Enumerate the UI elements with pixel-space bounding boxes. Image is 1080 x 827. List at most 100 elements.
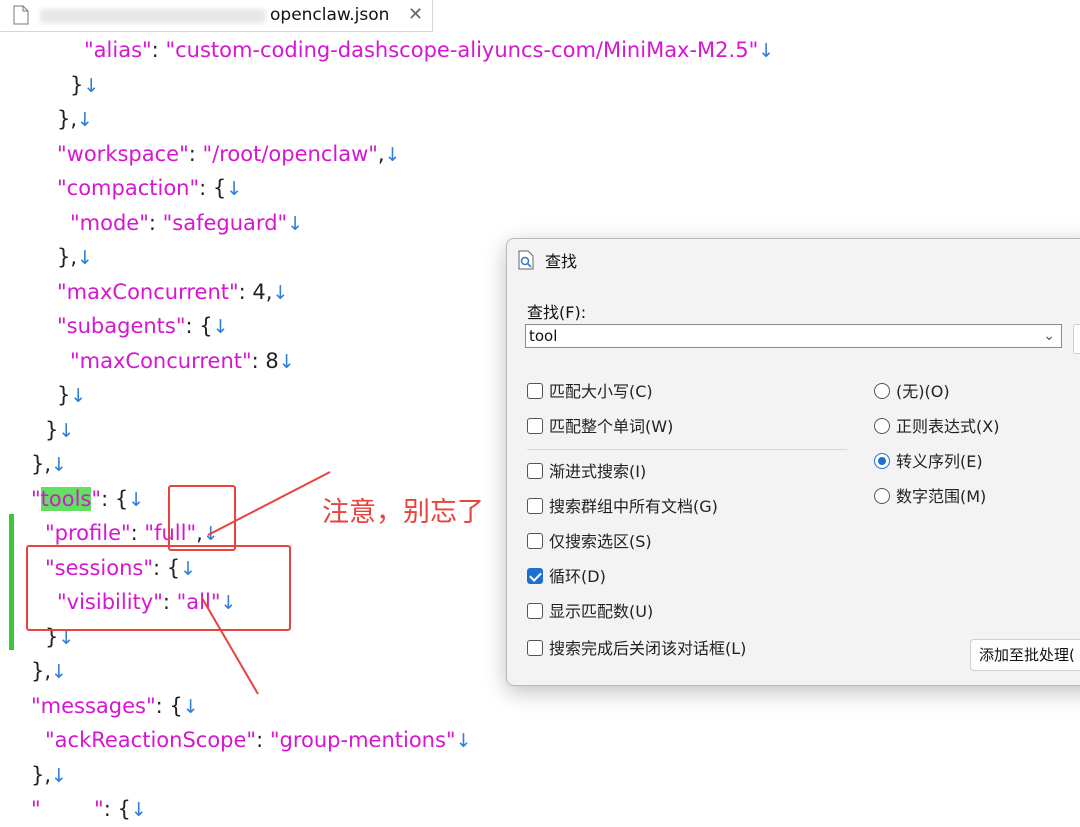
code-line: "alias": "custom-coding-dashscope-aliyun… (84, 33, 774, 67)
line-end-icon: ↓ (51, 661, 67, 683)
checkbox-label: 显示匹配数(U) (549, 602, 654, 621)
dialog-title: 查找 (545, 252, 578, 271)
annotation-text: 注意，别忘了 (322, 497, 484, 528)
radio-label: 正则表达式(X) (896, 417, 1000, 436)
code-token: }, (31, 659, 52, 683)
code-token: "maxConcurrent" (57, 279, 239, 304)
checkbox[interactable] (527, 498, 543, 514)
code-token: , (377, 141, 385, 166)
line-end-icon: ↓ (278, 350, 295, 373)
radio-button[interactable] (874, 418, 890, 434)
search-highlight: tools (40, 486, 92, 511)
line-end-icon: ↓ (58, 419, 75, 442)
code-token: : 4, (238, 279, 273, 304)
checkbox[interactable] (527, 383, 543, 399)
line-end-icon: ↓ (182, 695, 199, 718)
dialog-titlebar[interactable]: 查找 (507, 239, 1080, 281)
code-token: : { (101, 486, 129, 511)
code-token: } (45, 417, 59, 442)
close-icon[interactable]: ✕ (408, 4, 423, 26)
code-token: : { (199, 176, 227, 200)
radio-button[interactable] (874, 383, 890, 399)
checkbox[interactable] (527, 463, 543, 479)
annotation-box-sessions (26, 545, 291, 631)
checkbox[interactable] (527, 603, 543, 619)
radio-label: 数字范围(M) (896, 487, 987, 506)
line-end-icon: ↓ (70, 385, 87, 407)
line-end-icon: ↓ (455, 730, 472, 752)
checkbox-label: 仅搜索选区(S) (549, 532, 652, 551)
file-icon (13, 5, 29, 25)
line-end-icon: ↓ (51, 454, 67, 476)
code-line: },↓ (57, 240, 93, 274)
line-end-icon: ↓ (128, 488, 145, 511)
checkbox-label: 循环(D) (549, 567, 606, 586)
checkbox-label: 匹配整个单词(W) (549, 417, 674, 436)
chevron-down-icon[interactable]: ⌄ (1043, 326, 1055, 346)
tab-title: openclaw.json (270, 5, 390, 25)
add-to-batch-button[interactable]: 添加至批处理( (970, 639, 1080, 671)
radio-label: 转义序列(E) (896, 452, 983, 471)
line-end-icon: ↓ (384, 143, 401, 166)
code-line: " ": {↓ (31, 792, 147, 826)
code-token: : (256, 728, 270, 752)
code-token: : { (103, 797, 131, 821)
checkbox[interactable] (527, 418, 543, 434)
line-end-icon: ↓ (130, 799, 147, 821)
line-end-icon: ↓ (77, 247, 93, 269)
tab-openclaw-json[interactable]: openclaw.json ✕ (0, 0, 433, 32)
line-end-icon: ↓ (287, 212, 304, 235)
code-token: "messages" (31, 693, 156, 718)
code-token: : { (155, 693, 183, 718)
code-token: : (130, 521, 145, 545)
code-line: },↓ (31, 447, 67, 481)
code-token: }, (31, 762, 52, 787)
code-line: }↓ (45, 413, 74, 447)
code-token: : (148, 210, 163, 235)
checkbox[interactable] (527, 568, 543, 584)
change-marker (9, 514, 14, 650)
code-line: }↓ (70, 68, 99, 102)
radio-button[interactable] (874, 488, 890, 504)
code-token: "subagents" (57, 314, 186, 338)
code-token: : (188, 141, 203, 166)
code-line: "tools": {↓ (31, 482, 144, 516)
code-line: "maxConcurrent": 4,↓ (57, 275, 288, 309)
code-token: "maxConcurrent" (70, 348, 252, 373)
code-token: "alias" (84, 38, 152, 62)
checkbox-label: 渐进式搜索(I) (549, 462, 647, 481)
annotation-box-full (168, 485, 236, 551)
search-input[interactable]: tool ⌄ (525, 324, 1062, 348)
checkbox-label: 搜索群组中所有文档(G) (549, 497, 718, 516)
line-end-icon: ↓ (212, 316, 229, 338)
radio-button[interactable] (874, 453, 890, 469)
find-dialog-icon (518, 250, 534, 270)
code-token: }, (31, 452, 52, 476)
code-token: " (31, 486, 41, 511)
radio-label: (无)(O) (896, 382, 950, 401)
blurred-path (40, 9, 266, 23)
checkbox[interactable] (527, 640, 543, 656)
line-end-icon: ↓ (83, 74, 100, 97)
checkbox[interactable] (527, 533, 543, 549)
code-line: },↓ (31, 654, 67, 688)
find-next-button[interactable] (1073, 324, 1080, 354)
code-token: : 8 (251, 348, 279, 373)
code-token: "ackReactionScope" (45, 728, 257, 752)
code-line: },↓ (31, 758, 67, 792)
code-line: "ackReactionScope": "group-mentions"↓ (45, 723, 472, 757)
code-token: "compaction" (57, 176, 200, 200)
code-token: : (151, 38, 166, 62)
code-line: "workspace": "/root/openclaw",↓ (57, 137, 401, 171)
code-line: "maxConcurrent": 8↓ (70, 344, 295, 378)
code-token: : { (185, 314, 213, 338)
code-token: }, (57, 107, 78, 131)
code-token: "profile" (45, 521, 131, 545)
code-line: },↓ (57, 102, 93, 136)
checkbox-label: 匹配大小写(C) (549, 382, 653, 401)
code-token: "safeguard" (162, 210, 288, 235)
line-end-icon: ↓ (758, 40, 775, 62)
code-token: } (70, 72, 84, 97)
code-token: "group-mentions" (269, 728, 456, 752)
code-token: "workspace" (57, 141, 189, 166)
